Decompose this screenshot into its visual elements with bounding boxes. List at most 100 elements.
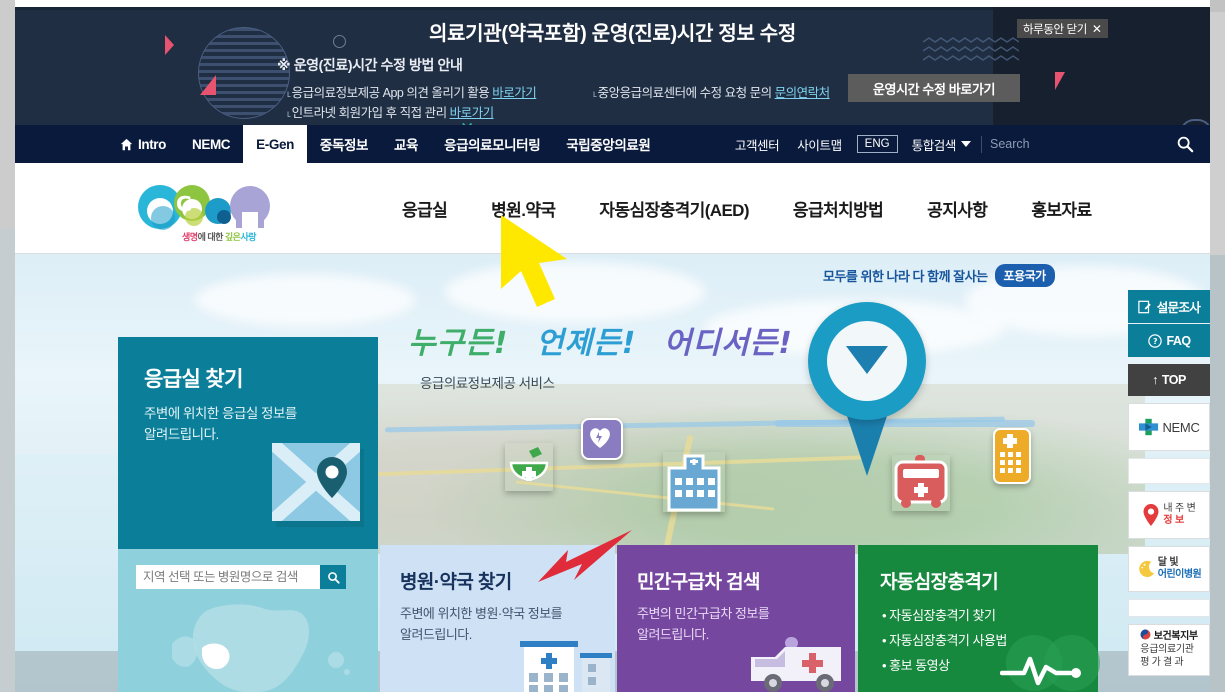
map-road: [515, 480, 775, 511]
nemc-link-card[interactable]: NEMC: [1128, 403, 1210, 451]
mohw-line3: 평 가 결 과: [1140, 657, 1184, 668]
search-scope-label: 통합검색: [911, 138, 957, 153]
hero-headline: 누구든! 언제든! 어디서든!: [408, 318, 793, 362]
card-aed[interactable]: 자동심장충격기 자동심장충격기 찾기 자동심장충격기 사용법 홍보 동영상: [858, 545, 1100, 692]
right-float-panel: 설문조사 ? FAQ ↑ TOP NEMC 내 주 변 정 보 달 빛 어린이병…: [1128, 290, 1210, 676]
language-toggle-eng[interactable]: ENG: [856, 135, 898, 153]
promo-close-button[interactable]: 하루동안 닫기 ✕: [1017, 19, 1108, 38]
menu-item-aed[interactable]: 자동심장충격기(AED): [577, 196, 771, 221]
brand-tagline: 생명에 대한 깊은사랑: [182, 230, 257, 243]
search-scope-dropdown[interactable]: 통합검색: [904, 135, 981, 154]
question-circle-icon: ?: [1147, 333, 1162, 348]
menu-item-emergency-room[interactable]: 응급실: [380, 196, 469, 221]
location-pin-icon: [1143, 504, 1159, 526]
promo-item-2-text: 중앙응급의료센터에 수정 요청 문의: [597, 86, 772, 100]
nearby-info-line2: 정 보: [1163, 515, 1184, 526]
promo-banner: ✕ 의료기관(약국포함) 운영(진료)시간 정보 수정 ※ 운영(진료)시간 수…: [15, 7, 1210, 125]
survey-label: 설문조사: [1156, 301, 1201, 315]
faq-button[interactable]: ? FAQ: [1128, 324, 1210, 358]
nav-customer-center[interactable]: 고객센터: [726, 135, 788, 154]
global-search-button[interactable]: [1168, 125, 1202, 163]
card-er-desc-line1: 주변에 위치한 응급실 정보를: [144, 406, 297, 421]
crescent-moon-icon: [1138, 560, 1154, 577]
menu-item-promotional[interactable]: 홍보자료: [1009, 196, 1113, 221]
nav-item-nemc[interactable]: NEMC: [179, 125, 243, 163]
card-aed-list: 자동심장충격기 찾기 자동심장충격기 사용법 홍보 동영상: [882, 603, 1007, 678]
promo-item-2-link[interactable]: 문의연락처: [775, 86, 831, 100]
inclusive-nation-banner[interactable]: 모두를 위한 나라 다 함께 잘사는 포용국가: [823, 264, 1055, 287]
pharmacy-cross-icon: [993, 428, 1031, 484]
inclusive-nation-badge: 포용국가: [994, 264, 1055, 287]
korea-map-icon: [172, 604, 350, 692]
faq-label: FAQ: [1166, 333, 1192, 348]
blank-card: [1128, 599, 1210, 617]
ambulance-icon: [892, 455, 950, 511]
up-arrow-icon: ↑: [1152, 373, 1158, 387]
er-search-bar: [136, 565, 346, 589]
map-thumbnail-icon: [267, 438, 365, 526]
nav-item-intro[interactable]: Intro: [107, 125, 179, 163]
hero-headline-part-3: 어디서든!: [663, 326, 793, 361]
mohw-line1-wrap: 보건복지부: [1140, 629, 1198, 643]
promo-item-3-text: 인트라넷 회원가입 후 직접 관리: [291, 106, 447, 120]
card-ambulance-desc-line2: 알려드립니다.: [637, 627, 709, 642]
nav-item-egen[interactable]: E-Gen: [243, 125, 307, 163]
browser-page: ✕ 의료기관(약국포함) 운영(진료)시간 정보 수정 ※ 운영(진료)시간 수…: [0, 0, 1225, 692]
nav-item-poison-info[interactable]: 중독정보: [307, 125, 381, 163]
promo-item-1-text: 응급의료정보제공 App 의견 올리기 활용: [291, 86, 490, 100]
promo-item-3-link[interactable]: 바로가기: [450, 106, 495, 120]
moonlight-childrens-hospital-card[interactable]: 달 빛 어린이병원: [1128, 546, 1210, 592]
taegeuk-icon: [1140, 629, 1151, 640]
card-hospital-desc-line1: 주변에 위치한 병원·약국 정보를: [400, 606, 563, 621]
menu-item-first-aid[interactable]: 응급처치방법: [771, 196, 905, 221]
card-aed-title: 자동심장충격기: [880, 572, 999, 593]
hero-headline-part-2: 언제든!: [535, 326, 637, 361]
er-search-button[interactable]: [320, 565, 346, 589]
home-icon: [120, 138, 133, 150]
mohw-evaluation-card[interactable]: 보건복지부 응급의료기관 평 가 결 과: [1128, 624, 1210, 676]
search-icon: [327, 571, 340, 584]
main-menu: 응급실 병원.약국 자동심장충격기(AED) 응급처치방법 공지사항 홍보자료: [380, 196, 1114, 221]
scroll-to-top-button[interactable]: ↑ TOP: [1128, 364, 1210, 396]
decorative-triangle-icon: [1055, 72, 1065, 90]
nav-sitemap[interactable]: 사이트맵: [788, 135, 850, 154]
scrollbar-thumb[interactable]: [1210, 0, 1225, 12]
card-aed-item-find[interactable]: 자동심장충격기 찾기: [882, 603, 1007, 628]
nearby-info-line1: 내 주 변: [1163, 503, 1196, 514]
brand-tagline-part-3: 깊은: [224, 232, 241, 242]
card-private-ambulance[interactable]: 민간구급차 검색 주변의 민간구급차 정보를 알려드립니다.: [617, 545, 855, 692]
aed-icon: [581, 418, 623, 460]
yellow-cursor-arrow: [501, 215, 567, 307]
pharmacy-icon: [505, 443, 553, 491]
global-search-input[interactable]: [982, 137, 1168, 151]
hospital-icon: [663, 452, 725, 512]
nemc-logo-icon: [1139, 418, 1159, 436]
close-icon[interactable]: ✕: [1092, 22, 1102, 36]
scroll-to-top-label: TOP: [1161, 373, 1186, 387]
promo-item-1-link[interactable]: 바로가기: [492, 86, 537, 100]
nav-item-nmc[interactable]: 국립중앙의료원: [553, 125, 663, 163]
survey-button[interactable]: 설문조사: [1128, 290, 1210, 324]
bullet-dash-icon: ˪: [287, 86, 291, 100]
nav-item-education[interactable]: 교육: [381, 125, 431, 163]
brand-tagline-part-1: 생명: [182, 232, 198, 242]
brand-tagline-part-2: 에 대한: [197, 232, 225, 242]
card-hospital-title: 병원·약국 찾기: [400, 572, 512, 593]
survey-icon: [1137, 300, 1151, 313]
scrollbar-track-lower[interactable]: [1210, 255, 1225, 692]
card-aed-item-video[interactable]: 홍보 동영상: [882, 653, 1007, 678]
blank-card: [1128, 458, 1210, 484]
left-gutter-lower: [0, 228, 15, 692]
menu-item-notice[interactable]: 공지사항: [905, 196, 1009, 221]
promo-cta-button[interactable]: 운영시간 수정 바로가기: [848, 74, 1020, 102]
promo-subtitle: ※ 운영(진료)시간 수정 방법 안내: [277, 57, 463, 73]
nearby-info-card[interactable]: 내 주 변 정 보: [1128, 491, 1210, 539]
card-aed-item-usage[interactable]: 자동심장충격기 사용법: [882, 628, 1007, 653]
er-search-input[interactable]: [136, 565, 320, 589]
bullet-dash-icon: ˪: [287, 106, 291, 120]
promo-item-1: ˪응급의료정보제공 App 의견 올리기 활용 바로가기: [287, 82, 537, 101]
cloud-decoration: [195, 274, 415, 326]
bullet-dash-icon: ˪: [593, 86, 597, 100]
nav-item-monitoring[interactable]: 응급의료모니터링: [431, 125, 553, 163]
hero-map-pin-icon: [808, 302, 926, 477]
